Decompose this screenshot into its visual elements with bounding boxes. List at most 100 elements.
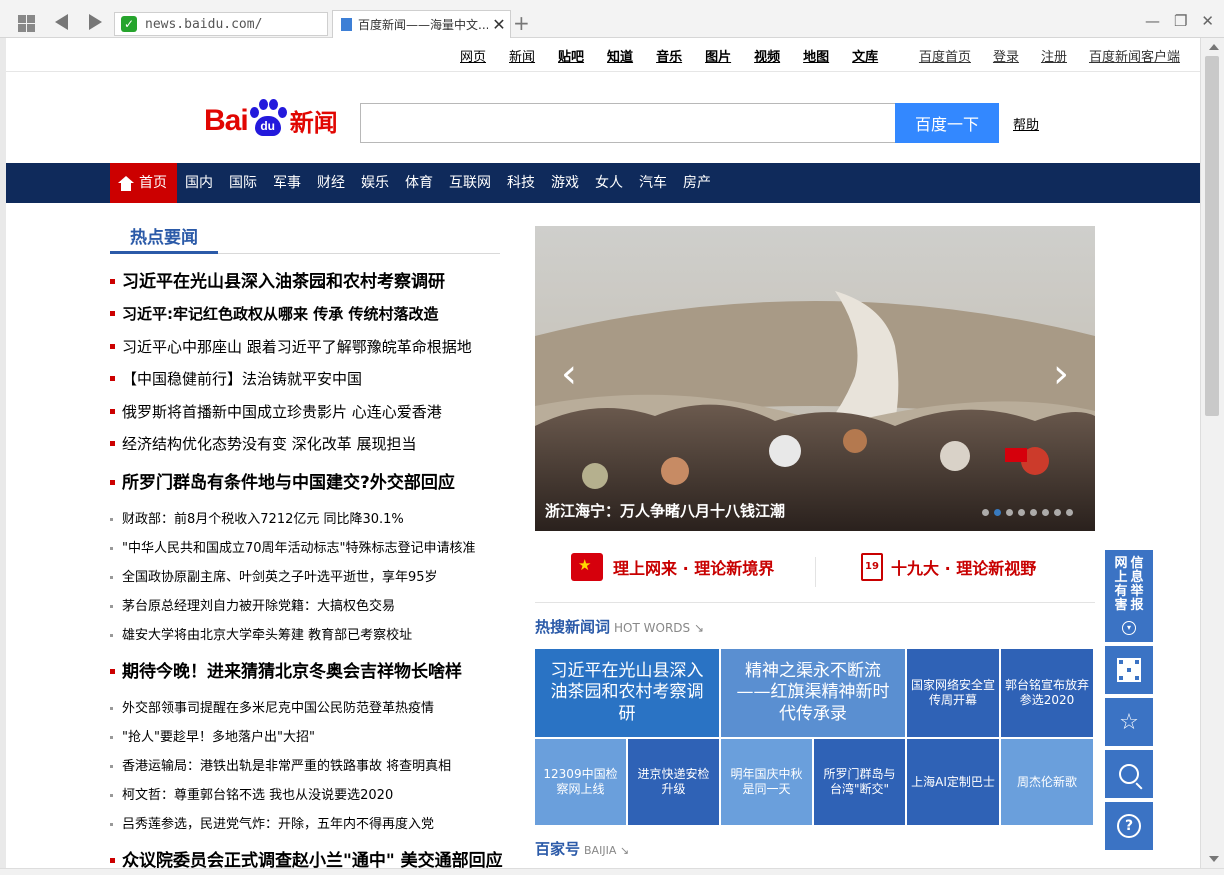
news-headline[interactable]: "中华人民共和国成立70周年活动标志"特殊标志登记申请核准 <box>110 534 510 563</box>
channel-tab-5[interactable]: 娱乐 <box>353 163 397 203</box>
carousel-dot[interactable] <box>1030 509 1037 516</box>
link-music[interactable]: 音乐 <box>656 46 682 65</box>
hot-word-tile[interactable]: 习近平在光山县深入油茶园和农村考察调研 <box>535 649 719 737</box>
favorite-button[interactable]: ☆ <box>1105 698 1153 746</box>
news-headline[interactable]: 外交部领事司提醒在多米尼克中国公民防范登革热疫情 <box>110 694 510 723</box>
hot-news-title[interactable]: 热点要闻 <box>110 218 218 254</box>
forward-button[interactable] <box>89 14 102 30</box>
news-headline[interactable]: 期待今晚！进来猜猜北京冬奥会吉祥物长啥样 <box>110 656 510 688</box>
hot-word-tile[interactable]: 12309中国检察网上线 <box>535 739 626 825</box>
channel-tab-6[interactable]: 体育 <box>397 163 441 203</box>
channel-tab-10[interactable]: 女人 <box>587 163 631 203</box>
scroll-thumb[interactable] <box>1205 56 1219 416</box>
link-zhidao[interactable]: 知道 <box>607 46 633 65</box>
vertical-scrollbar[interactable] <box>1200 38 1224 868</box>
channel-tab-0[interactable]: 首页 <box>110 163 177 203</box>
browser-tab[interactable]: 百度新闻——海量中文... ✕ <box>332 10 511 38</box>
carousel-prev-button[interactable]: ‹ <box>561 351 577 397</box>
qr-code-button[interactable] <box>1105 646 1153 694</box>
carousel-dot[interactable] <box>982 509 989 516</box>
link-map[interactable]: 地图 <box>803 46 829 65</box>
news-headline[interactable]: 吕秀莲参选，民进党气炸：开除，五年内不得再度入党 <box>110 810 510 839</box>
link-wenku[interactable]: 文库 <box>852 46 878 65</box>
news-headline[interactable]: 财政部：前8月个税收入7212亿元 同比降30.1% <box>110 505 510 534</box>
banner-theory-online[interactable]: 理上网来 · 理论新境界 <box>571 553 774 581</box>
url-text[interactable]: news.baidu.com/ <box>145 17 262 32</box>
search-tool-button[interactable] <box>1105 750 1153 798</box>
link-web[interactable]: 网页 <box>460 46 486 65</box>
carousel-caption[interactable]: 浙江海宁：万人争睹八月十八钱江潮 <box>545 500 785 521</box>
link-tieba[interactable]: 贴吧 <box>558 46 584 65</box>
back-button[interactable] <box>55 14 68 30</box>
channel-tab-8[interactable]: 科技 <box>499 163 543 203</box>
link-video[interactable]: 视频 <box>754 46 780 65</box>
link-register[interactable]: 注册 <box>1041 46 1067 65</box>
link-news[interactable]: 新闻 <box>509 46 535 65</box>
address-bar[interactable]: ✓ news.baidu.com/ <box>114 12 328 36</box>
report-harmful-info-button[interactable]: 网上有害 信息举报 ▾ <box>1105 550 1153 642</box>
carousel-dot[interactable] <box>1066 509 1073 516</box>
link-login[interactable]: 登录 <box>993 46 1019 65</box>
link-news-app[interactable]: 百度新闻客户端 <box>1089 46 1180 65</box>
maximize-button[interactable]: ❐ <box>1174 12 1187 30</box>
hot-word-tile[interactable]: 精神之渠永不断流——红旗渠精神新时代传承录 <box>721 649 905 737</box>
close-tab-icon[interactable]: ✕ <box>488 15 510 34</box>
hot-word-tile[interactable]: 上海AI定制巴士 <box>907 739 999 825</box>
hot-word-tile[interactable]: 郭台铭宣布放弃参选2020 <box>1001 649 1093 737</box>
apps-grid-icon[interactable] <box>18 15 35 32</box>
carousel-dot[interactable] <box>994 509 1001 516</box>
horizontal-scrollbar[interactable] <box>0 868 1224 875</box>
channel-tab-12[interactable]: 房产 <box>675 163 719 203</box>
carousel-dot[interactable] <box>1006 509 1013 516</box>
new-tab-button[interactable]: + <box>513 11 530 35</box>
link-images[interactable]: 图片 <box>705 46 731 65</box>
channel-tab-2[interactable]: 国际 <box>221 163 265 203</box>
link-baidu-home[interactable]: 百度首页 <box>919 46 971 65</box>
news-headline[interactable]: 柯文哲：尊重郭台铭不选 我也从没说要选2020 <box>110 781 510 810</box>
hot-word-tile[interactable]: 明年国庆中秋是同一天 <box>721 739 812 825</box>
news-headline[interactable]: 茅台原总经理刘自力被开除党籍：大搞权色交易 <box>110 592 510 621</box>
channel-tab-7[interactable]: 互联网 <box>441 163 499 203</box>
channel-tab-9[interactable]: 游戏 <box>543 163 587 203</box>
news-headline[interactable]: 习近平心中那座山 跟着习近平了解鄂豫皖革命根据地 <box>110 331 510 364</box>
news-headline[interactable]: 【中国稳健前行】法治铸就平安中国 <box>110 363 510 396</box>
feedback-button[interactable]: ? <box>1105 802 1153 850</box>
baidu-news-logo[interactable]: Bai du 新闻 <box>204 98 338 138</box>
carousel-dot[interactable] <box>1018 509 1025 516</box>
news-headline[interactable]: 俄罗斯将首播新中国成立珍贵影片 心连心爱香港 <box>110 396 510 429</box>
channel-tab-3[interactable]: 军事 <box>265 163 309 203</box>
calendar-19-icon: 19 <box>861 553 883 581</box>
channel-tab-4[interactable]: 财经 <box>309 163 353 203</box>
news-headline[interactable]: "抢人"要趁早！多地落户出"大招" <box>110 723 510 752</box>
news-headline[interactable]: 雄安大学将由北京大学牵头筹建 教育部已考察校址 <box>110 621 510 650</box>
news-headline[interactable]: 全国政协原副主席、叶剑英之子叶选平逝世，享年95岁 <box>110 563 510 592</box>
help-link[interactable]: 帮助 <box>1013 114 1039 133</box>
news-headline[interactable]: 众议院委员会正式调查赵小兰"通中" 美交通部回应 <box>110 845 510 868</box>
carousel-dot[interactable] <box>1054 509 1061 516</box>
channel-tab-1[interactable]: 国内 <box>177 163 221 203</box>
window-close-button[interactable]: ✕ <box>1201 12 1214 30</box>
search-input[interactable] <box>360 103 896 143</box>
banner-19th-congress[interactable]: 19 十九大 · 理论新视野 <box>861 553 1036 581</box>
hot-word-tile[interactable]: 周杰伦新歌 <box>1001 739 1093 825</box>
news-headline[interactable]: 香港运输局：港铁出轨是非常严重的铁路事故 将查明真相 <box>110 752 510 781</box>
carousel-next-button[interactable]: › <box>1053 351 1069 397</box>
paw-icon: du <box>248 98 288 138</box>
news-headline[interactable]: 习近平在光山县深入油茶园和农村考察调研 <box>110 266 510 298</box>
baijia-title[interactable]: 百家号 <box>535 838 580 859</box>
carousel-dot[interactable] <box>1042 509 1049 516</box>
photo-carousel[interactable]: ‹ › 浙江海宁：万人争睹八月十八钱江潮 <box>535 226 1095 531</box>
side-toolbar: 网上有害 信息举报 ▾ ☆ ? <box>1105 550 1153 854</box>
news-headline[interactable]: 习近平:牢记红色政权从哪来 传承 传统村落改造 <box>110 298 510 331</box>
baijia-subtitle: BAIJIA ↘ <box>584 844 630 857</box>
hot-word-tile[interactable]: 进京快递安检升级 <box>628 739 719 825</box>
channel-tab-11[interactable]: 汽车 <box>631 163 675 203</box>
scroll-down-arrow-icon[interactable] <box>1209 856 1219 862</box>
hot-word-tile[interactable]: 所罗门群岛与台湾"断交" <box>814 739 905 825</box>
search-button[interactable]: 百度一下 <box>895 103 999 143</box>
news-headline[interactable]: 所罗门群岛有条件地与中国建交?外交部回应 <box>110 467 510 499</box>
minimize-button[interactable]: — <box>1145 12 1160 30</box>
hot-word-tile[interactable]: 国家网络安全宣传周开幕 <box>907 649 999 737</box>
news-headline[interactable]: 经济结构优化态势没有变 深化改革 展现担当 <box>110 428 510 461</box>
scroll-up-arrow-icon[interactable] <box>1209 44 1219 50</box>
